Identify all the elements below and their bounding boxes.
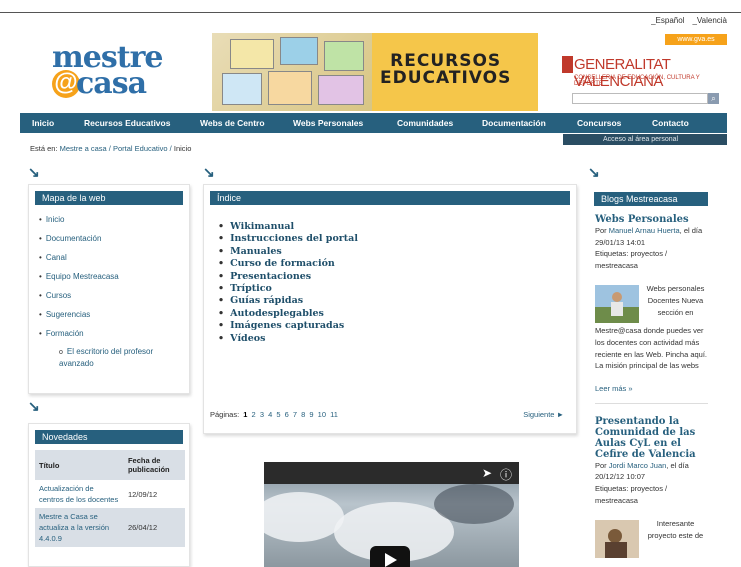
sitemap-item-sugerencias[interactable]: Sugerencias [39,310,189,319]
news-item-link[interactable]: Actualización de centros de los docentes [35,480,124,508]
index-panel: Índice Wikimanual Instrucciones del port… [203,184,577,434]
index-item[interactable]: Imágenes capturadas [218,320,576,332]
column-header-title: Título [35,450,124,480]
breadcrumb-path[interactable]: Mestre a casa / Portal Educativo / [60,144,172,153]
nav-webs-personales[interactable]: Webs Personales [293,118,363,128]
breadcrumb: Está en: Mestre a casa / Portal Educativ… [30,144,192,153]
nav-documentacion[interactable]: Documentación [482,118,546,128]
blog-post-meta: Por Manuel Arnau Huerta, el día 29/01/13… [595,226,703,247]
lang-va-link[interactable]: _Valencià [692,16,727,25]
page-link[interactable]: 3 [260,410,264,419]
news-item-link[interactable]: Mestre a Casa se actualiza a la versión … [35,508,124,547]
video-player[interactable]: ➤ ⓘ [264,462,519,567]
chevron-right-icon: ► [556,410,564,419]
column-header-date: Fecha de publicación [123,450,185,480]
index-item[interactable]: Wikimanual [218,221,576,233]
nav-recursos[interactable]: Recursos Educativos [84,118,170,128]
sitemap-item-canal[interactable]: Canal [39,253,189,262]
index-item[interactable]: Curso de formación [218,258,576,270]
page-link[interactable]: 11 [330,410,338,419]
blog-post-photo [595,520,639,559]
personal-area-button[interactable]: Acceso al área personal [563,134,727,145]
gva-web-link[interactable]: www.gva.es [665,34,727,45]
search-icon[interactable]: ⌕ [708,93,719,104]
blog-post-meta: Por Jordi Marco Juan, el día 20/12/12 10… [595,460,689,482]
nav-webs-centro[interactable]: Webs de Centro [200,118,265,128]
blogs-title: Blogs Mestreacasa [594,192,708,206]
sitemap-subitem-escritorio[interactable]: El escritorio del profesor avanzado [59,346,189,369]
video-top-bar [264,462,519,484]
language-switcher: _Español _Valencià [651,16,727,25]
index-title: Índice [210,191,570,205]
blog-post-excerpt: Mestre@casa donde puedes ver los docente… [595,326,708,371]
next-page-link[interactable]: Siguiente ► [523,410,564,419]
banner-title: RECURSOS EDUCATIVOS [380,51,512,88]
page-link[interactable]: 4 [268,410,272,419]
blog-post-tags: Etiquetas: proyectos / mestreacasa [595,483,668,505]
nav-inicio[interactable]: Inicio [32,118,54,128]
arrow-down-right-icon: ↘ [28,398,40,414]
sitemap-item-inicio[interactable]: Inicio [39,215,189,224]
nav-contacto[interactable]: Contacto [652,118,689,128]
table-row: Mestre a Casa se actualiza a la versión … [35,508,185,547]
index-item[interactable]: Guías rápidas [218,295,576,307]
sitemap-item-documentacion[interactable]: Documentación [39,234,189,243]
gva-emblem-icon [562,56,573,73]
author-link[interactable]: Manuel Arnau Huerta [609,226,680,235]
nav-concursos[interactable]: Concursos [577,118,621,128]
sitemap-item-cursos[interactable]: Cursos [39,291,189,300]
index-item[interactable]: Tríptico [218,283,576,295]
arrow-down-right-icon: ↘ [28,164,40,180]
blog-post-photo [595,285,639,324]
books-illustration [212,33,372,111]
blog-post-title[interactable]: Webs Personales [595,214,708,225]
main-nav: Inicio Recursos Educativos Webs de Centr… [20,113,727,133]
pagination: Páginas: 1 2 3 4 5 6 7 8 9 10 11 [210,410,338,419]
index-item[interactable]: Presentaciones [218,271,576,283]
read-more-link[interactable]: Leer más » [595,384,708,404]
index-item[interactable]: Autodesplegables [218,308,576,320]
news-panel: Novedades Título Fecha de publicación Ac… [28,423,190,567]
page-link[interactable]: 6 [285,410,289,419]
blogs-panel: Blogs Mestreacasa Webs Personales Por Ma… [588,184,714,567]
current-page: 1 [243,410,248,419]
nav-comunidades[interactable]: Comunidades [397,118,453,128]
sitemap-item-equipo[interactable]: Equipo Mestreacasa [39,272,189,281]
news-title: Novedades [35,430,183,444]
blog-post-tags: Etiquetas: proyectos / mestreacasa [595,249,668,270]
play-icon[interactable] [370,546,410,567]
logo-text-bottom: casa [76,66,147,101]
table-row: Actualización de centros de los docentes… [35,480,185,508]
gva-conselleria: CONSELLERIA DE EDUCACIÓN, CULTURA Y DEPO… [574,75,700,87]
info-icon[interactable]: ⓘ [500,466,512,483]
page-link[interactable]: 10 [318,410,326,419]
page-link[interactable]: 7 [293,410,297,419]
arrow-down-right-icon: ↘ [588,164,600,180]
site-map-title: Mapa de la web [35,191,183,205]
page-link[interactable]: 9 [309,410,313,419]
site-map-panel: Mapa de la web Inicio Documentación Cana… [28,184,190,394]
share-icon[interactable]: ➤ [482,466,492,480]
top-rule [0,12,741,13]
index-item[interactable]: Instrucciones del portal [218,233,576,245]
search-input[interactable] [572,93,708,104]
arrow-down-right-icon: ↘ [203,164,215,180]
page-link[interactable]: 5 [276,410,280,419]
cloud-shape [264,492,344,542]
page-link[interactable]: 8 [301,410,305,419]
sitemap-item-formacion[interactable]: Formación [39,329,189,338]
news-item-date: 26/04/12 [123,508,185,547]
blog-post-title[interactable]: Presentando la Comunidad de las Aulas Cy… [595,416,708,460]
index-item[interactable]: Manuales [218,246,576,258]
index-item[interactable]: Vídeos [218,333,576,345]
header-banner-image: RECURSOS EDUCATIVOS [212,33,538,111]
news-table: Título Fecha de publicación Actualizació… [35,450,185,547]
page-link[interactable]: 2 [252,410,256,419]
author-link[interactable]: Jordi Marco Juan [609,461,667,470]
cloud-shape [434,484,514,524]
mestreacasa-logo[interactable]: mestre @ casa [52,40,172,102]
breadcrumb-current: Inicio [173,144,192,153]
lang-es-link[interactable]: _Español [651,16,684,25]
news-item-date: 12/09/12 [127,489,158,499]
